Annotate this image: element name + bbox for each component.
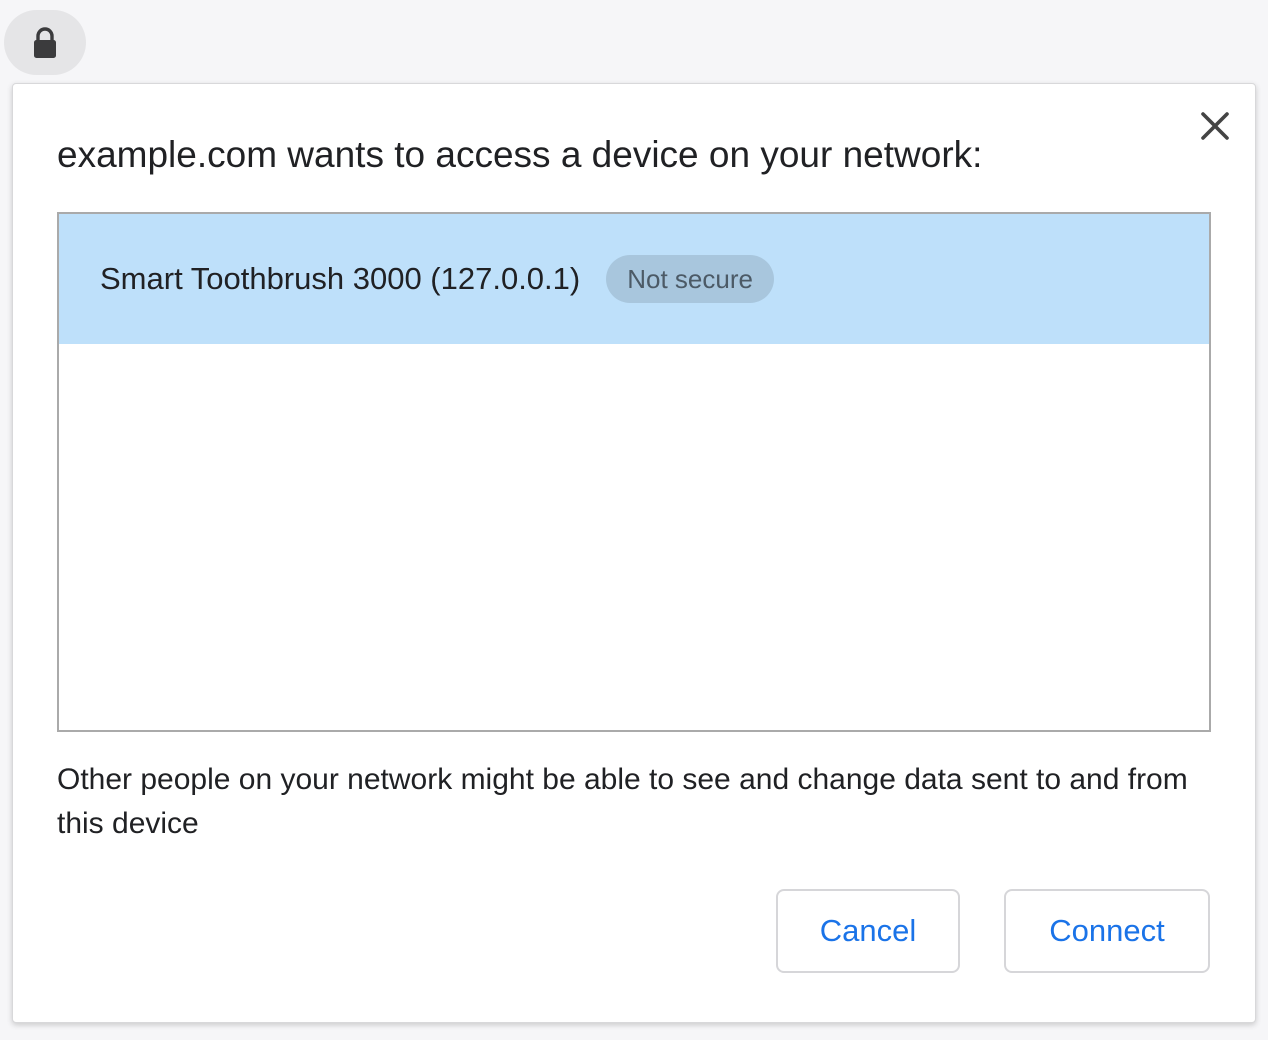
close-button[interactable] bbox=[1197, 110, 1233, 146]
device-list[interactable]: Smart Toothbrush 3000 (127.0.0.1) Not se… bbox=[57, 212, 1211, 732]
dialog-title: example.com wants to access a device on … bbox=[57, 134, 983, 175]
not-secure-badge: Not secure bbox=[606, 255, 774, 303]
close-icon bbox=[1200, 111, 1230, 146]
device-name: Smart Toothbrush 3000 (127.0.0.1) bbox=[100, 261, 581, 296]
security-warning-text: Other people on your network might be ab… bbox=[57, 763, 1188, 840]
device-permission-dialog: example.com wants to access a device on … bbox=[12, 83, 1256, 1023]
cancel-button[interactable]: Cancel bbox=[776, 889, 960, 973]
lock-icon bbox=[32, 26, 58, 59]
connect-button[interactable]: Connect bbox=[1004, 889, 1210, 973]
site-info-button[interactable] bbox=[4, 10, 86, 75]
device-list-item[interactable]: Smart Toothbrush 3000 (127.0.0.1) Not se… bbox=[59, 214, 1209, 344]
